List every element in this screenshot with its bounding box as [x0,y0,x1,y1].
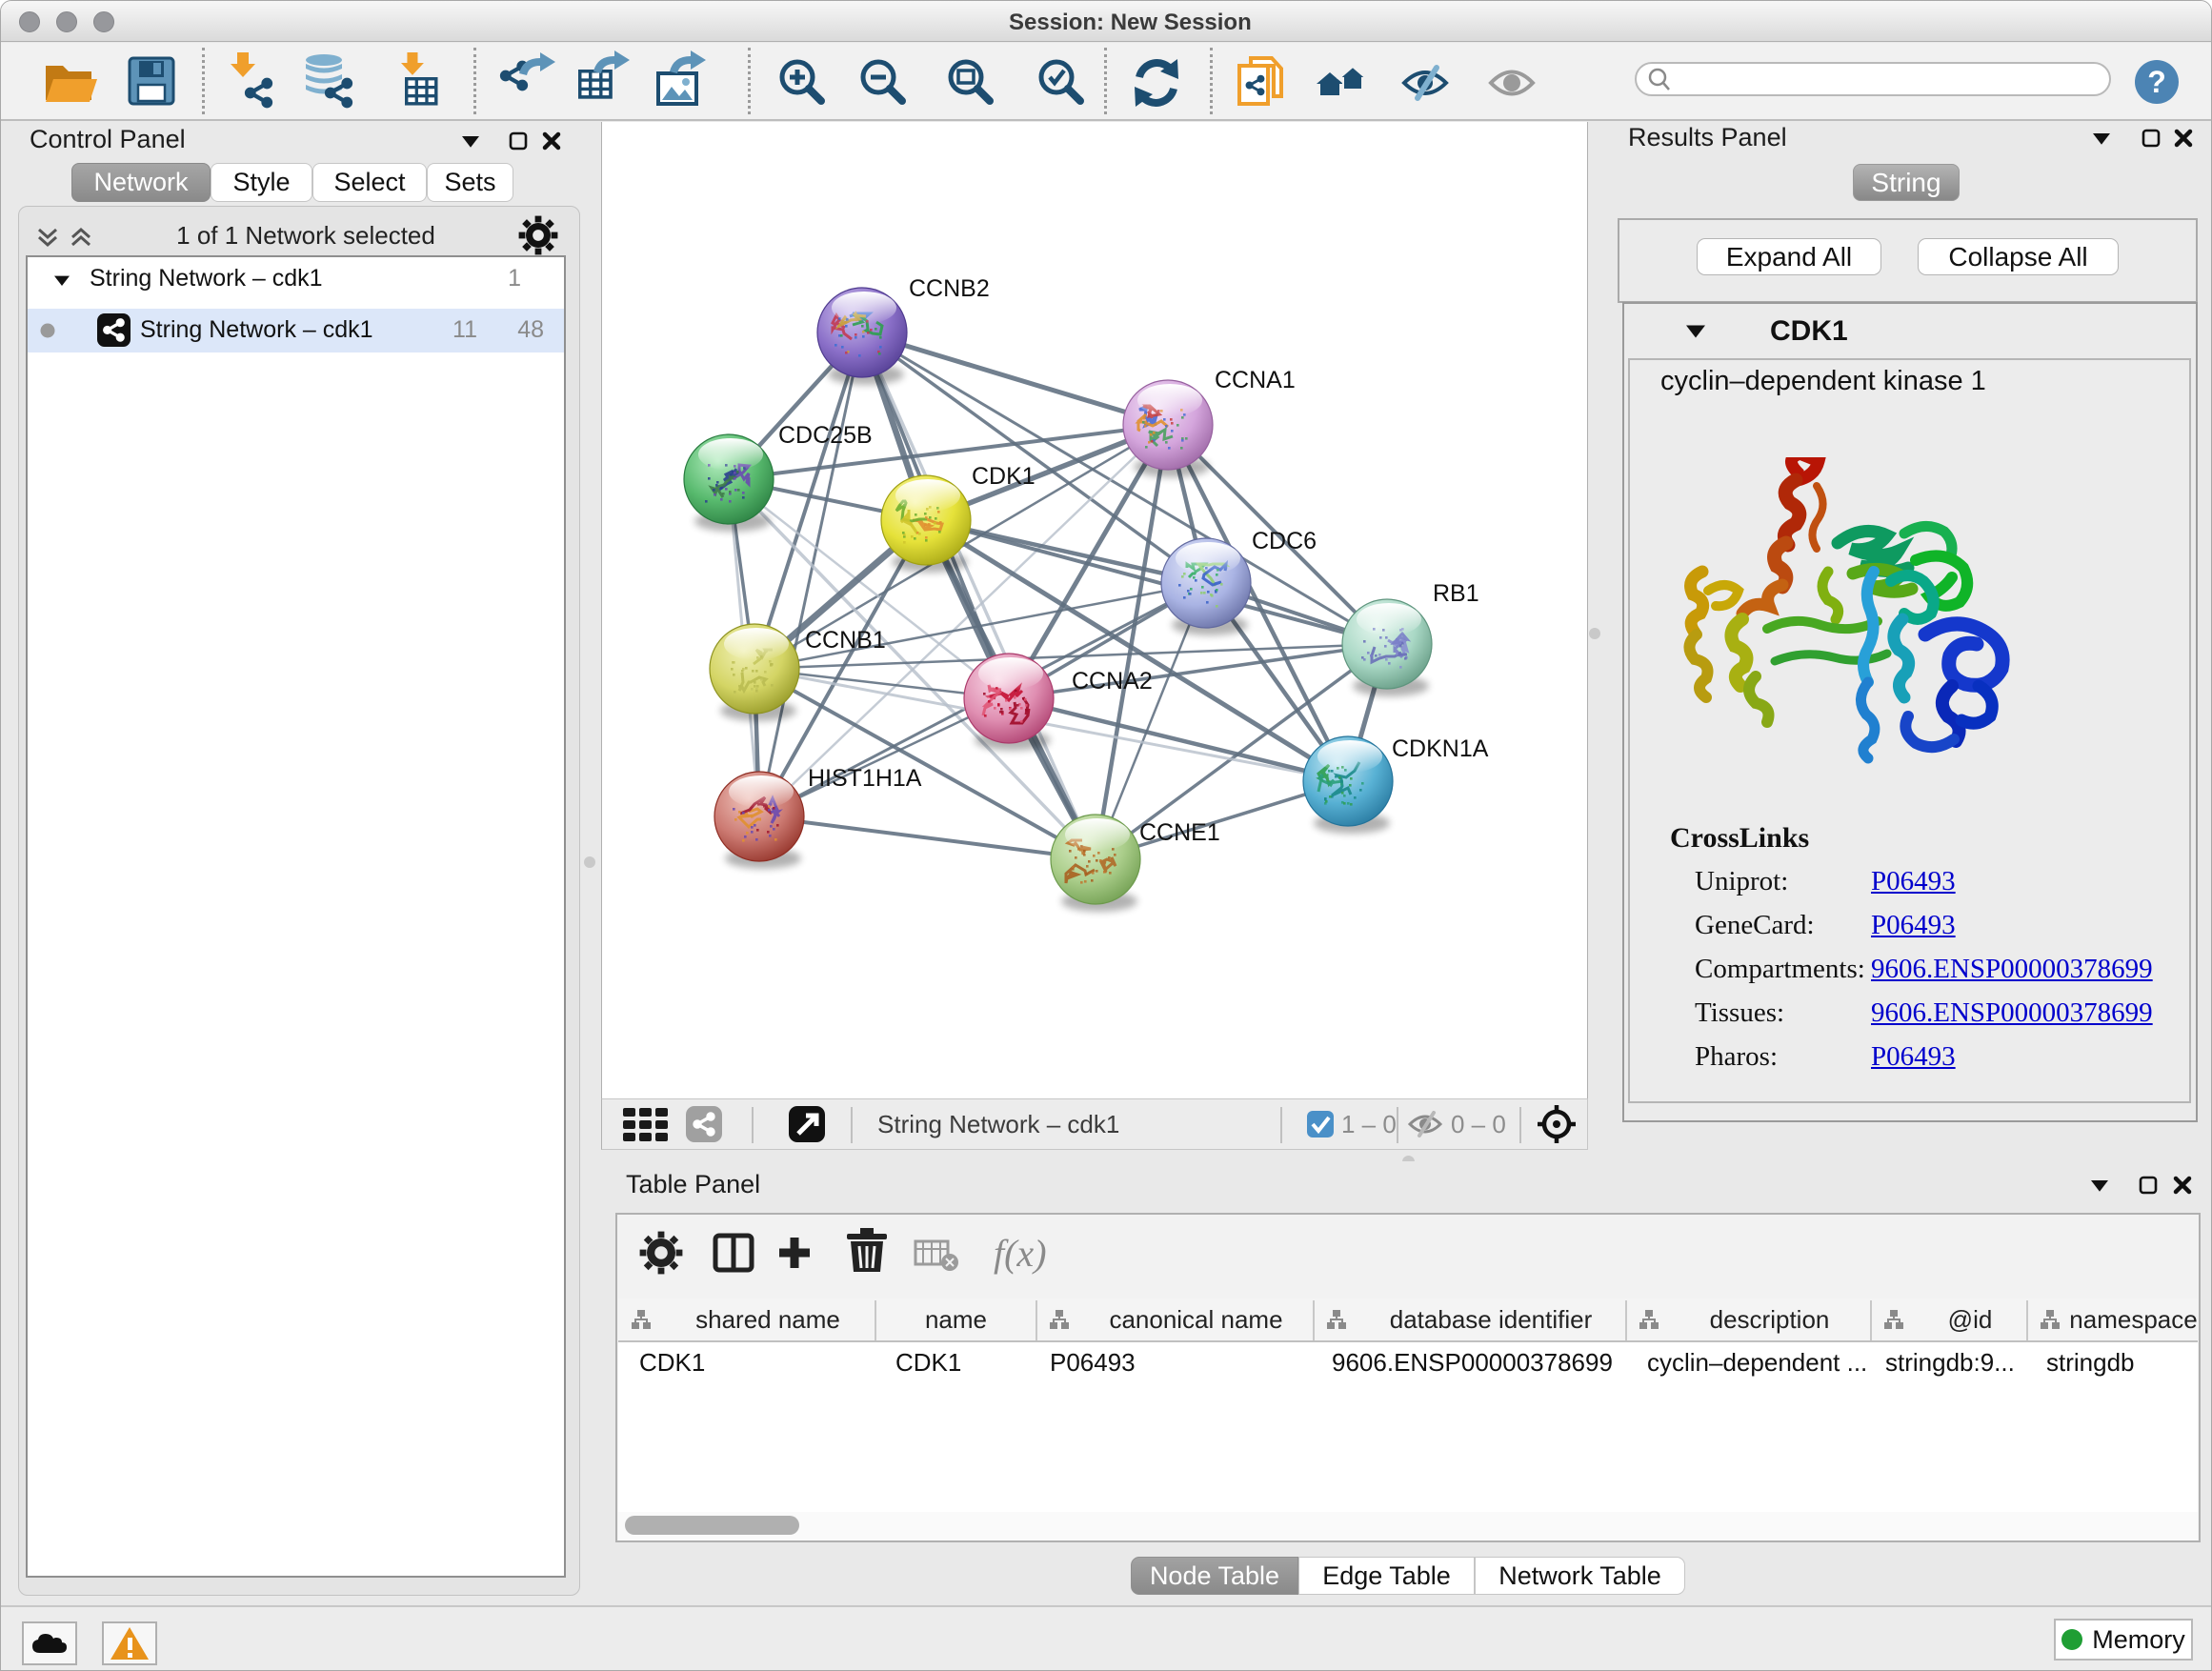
svg-text:CCNB1: CCNB1 [805,627,886,654]
svg-text:f(x): f(x) [994,1232,1047,1275]
svg-text:RB1: RB1 [1433,580,1479,607]
svg-text:CDC25B: CDC25B [778,422,873,449]
svg-text:?: ? [2147,65,2166,99]
svg-text:CDK1: CDK1 [972,463,1036,490]
svg-text:CCNA1: CCNA1 [1215,367,1296,393]
svg-text:CDC6: CDC6 [1252,528,1317,554]
svg-text:HIST1H1A: HIST1H1A [808,765,922,792]
svg-text:CDKN1A: CDKN1A [1392,735,1489,762]
svg-text:CCNB2: CCNB2 [909,275,990,302]
svg-text:CCNE1: CCNE1 [1139,819,1220,846]
svg-text:CCNA2: CCNA2 [1072,668,1153,695]
